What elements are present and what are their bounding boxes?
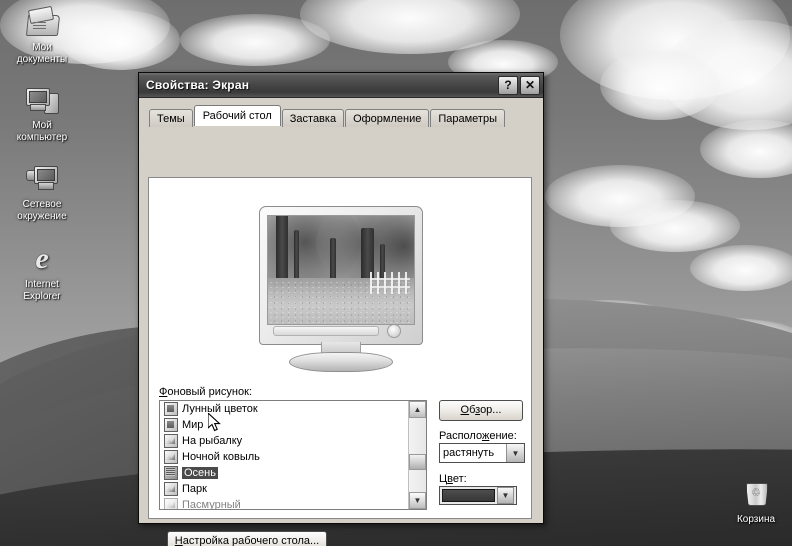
- chevron-down-icon[interactable]: ▼: [506, 444, 524, 462]
- wallpaper-listbox[interactable]: Лунный цветок Мир На рыбалку Ночной ковы…: [159, 400, 427, 510]
- background-label: Фоновый рисунок:: [159, 386, 252, 398]
- list-item[interactable]: Пасмурный: [160, 497, 409, 509]
- list-item-label: На рыбалку: [182, 435, 243, 447]
- bmp-file-icon: [164, 450, 178, 464]
- list-item-label: Парк: [182, 483, 207, 495]
- desktop-icon-my-computer[interactable]: Мой компьютер: [4, 84, 80, 144]
- browse-button[interactable]: Обзор...: [439, 400, 523, 421]
- desktop-icon-label: Мой: [32, 120, 52, 131]
- html-file-icon: [164, 418, 178, 432]
- list-item-label: Осень: [182, 467, 218, 479]
- jpg-file-icon: [164, 466, 178, 480]
- monitor-base: [289, 352, 393, 372]
- my-computer-icon: [25, 84, 59, 116]
- bmp-file-icon: [164, 482, 178, 496]
- chevron-down-icon[interactable]: ▼: [497, 487, 514, 504]
- monitor-vent-strip: [273, 326, 379, 336]
- tab-settings[interactable]: Параметры: [430, 109, 505, 127]
- monitor-power-led: [387, 324, 401, 338]
- desktop-icon-internet-explorer[interactable]: e Internet Explorer: [4, 243, 80, 303]
- list-item[interactable]: На рыбалку: [160, 433, 409, 449]
- bmp-file-icon: [164, 498, 178, 509]
- wallpaper-list-scrollbar[interactable]: ▲ ▼: [408, 401, 426, 509]
- monitor-preview: [251, 206, 429, 374]
- position-dropdown[interactable]: растянуть ▼: [439, 443, 525, 463]
- desktop-icon-recycle-bin[interactable]: ♲ Корзина: [718, 478, 792, 526]
- wallpaper-fence: [370, 272, 410, 294]
- desktop-icon-label: Корзина: [736, 514, 776, 525]
- desktop-icon-label: компьютер: [16, 132, 68, 143]
- bmp-file-icon: [164, 434, 178, 448]
- list-item-label: Мир: [182, 419, 204, 431]
- internet-explorer-icon: e: [35, 242, 49, 275]
- monitor-preview-wrap: [149, 206, 531, 374]
- color-label: Цвет:: [439, 473, 467, 485]
- html-file-icon: [164, 402, 178, 416]
- wallpaper-list-items[interactable]: Лунный цветок Мир На рыбалку Ночной ковы…: [160, 401, 409, 509]
- desktop-icon-my-documents[interactable]: Мои документы: [4, 5, 80, 66]
- dialog-title: Свойства: Экран: [146, 78, 250, 92]
- desktop[interactable]: Мои документы Мой компьютер Сетевое окру…: [0, 0, 792, 546]
- list-item-label: Ночной ковыль: [182, 451, 260, 463]
- desktop-icon-label: Мои: [32, 42, 52, 53]
- color-dropdown[interactable]: ▼: [439, 486, 517, 505]
- scroll-up-arrow-icon[interactable]: ▲: [409, 401, 426, 418]
- tab-page-desktop: Фоновый рисунок: Лунный цветок Мир На ры…: [148, 177, 532, 519]
- list-item[interactable]: Парк: [160, 481, 409, 497]
- close-button[interactable]: ✕: [520, 75, 540, 95]
- list-item[interactable]: Ночной ковыль: [160, 449, 409, 465]
- customize-desktop-button[interactable]: Настройка рабочего стола...: [167, 531, 327, 546]
- desktop-icon-network-places[interactable]: Сетевое окружение: [4, 163, 80, 223]
- tab-themes[interactable]: Темы: [149, 109, 193, 127]
- help-button[interactable]: ?: [498, 75, 518, 95]
- desktop-icon-label: Explorer: [23, 291, 61, 302]
- dialog-titlebar[interactable]: Свойства: Экран ? ✕: [139, 73, 543, 98]
- list-item[interactable]: Лунный цветок: [160, 401, 409, 417]
- list-item-label: Лунный цветок: [182, 403, 258, 415]
- my-documents-icon: [25, 5, 61, 38]
- position-value: растянуть: [443, 447, 495, 459]
- tab-screensaver[interactable]: Заставка: [281, 109, 345, 127]
- monitor-screen: [267, 215, 415, 325]
- scroll-down-arrow-icon[interactable]: ▼: [409, 492, 426, 509]
- scrollbar-thumb[interactable]: [409, 454, 426, 470]
- desktop-icon-label: Internet: [25, 279, 59, 290]
- recycle-bin-icon: ♲: [739, 478, 773, 510]
- position-label: Расположение:: [439, 430, 517, 442]
- tab-desktop[interactable]: Рабочий стол: [193, 105, 281, 126]
- desktop-icon-label: Сетевое: [22, 199, 62, 210]
- background-label-rest: оновый рисунок:: [167, 386, 252, 398]
- scrollbar-track[interactable]: [409, 418, 426, 492]
- tab-appearance[interactable]: Оформление: [345, 109, 430, 127]
- list-item-selected[interactable]: Осень: [160, 465, 409, 481]
- desktop-icon-label: окружение: [17, 211, 67, 222]
- list-item-label: Пасмурный: [182, 499, 241, 509]
- tab-strip[interactable]: Темы Рабочий стол Заставка Оформление Па…: [139, 98, 543, 127]
- network-places-icon: [25, 163, 59, 195]
- display-properties-dialog[interactable]: Свойства: Экран ? ✕ Темы Рабочий стол За…: [138, 72, 544, 546]
- color-swatch: [442, 489, 495, 502]
- list-item[interactable]: Мир: [160, 417, 409, 433]
- desktop-icon-label: документы: [16, 54, 68, 65]
